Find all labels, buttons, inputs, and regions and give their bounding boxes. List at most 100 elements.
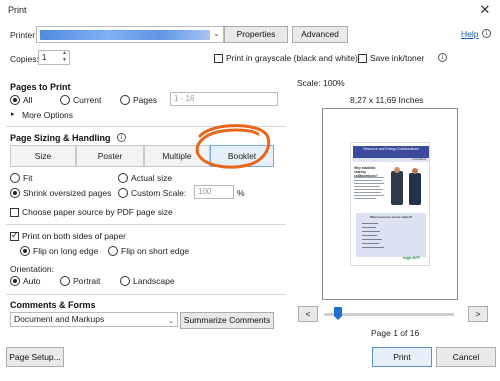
actual-size-radio[interactable]	[118, 173, 128, 183]
save-ink-label: Save ink/toner	[370, 53, 425, 63]
copies-value: 1	[42, 53, 47, 62]
save-ink-checkbox[interactable]	[358, 54, 367, 63]
copies-label: Copies:	[10, 54, 39, 64]
shrink-radio[interactable]	[10, 188, 20, 198]
doc-person-head	[394, 167, 400, 173]
doc-text-line	[354, 198, 376, 200]
all-radio[interactable]	[10, 95, 20, 105]
expand-arrow-icon[interactable]: ▸	[11, 110, 15, 118]
cancel-button[interactable]: Cancel	[436, 347, 496, 367]
page-slider-thumb[interactable]	[334, 307, 342, 320]
print-both-sides-checkbox[interactable]	[10, 230, 19, 241]
doc-person-head	[412, 168, 418, 174]
doc-text-line	[354, 177, 384, 179]
landscape-label: Landscape	[133, 276, 175, 286]
more-options-link[interactable]: More Options	[22, 110, 73, 120]
tab-poster[interactable]: Poster	[76, 145, 144, 167]
fit-radio[interactable]	[10, 173, 20, 183]
printer-select[interactable]: ⌄	[36, 26, 224, 43]
chevron-down-icon: ⌄	[168, 318, 174, 325]
printer-name-redacted	[40, 30, 210, 40]
portrait-radio[interactable]	[60, 276, 70, 286]
doc-text-line	[354, 180, 382, 182]
doc-title-band: Resource and Energy Collaborations	[353, 146, 429, 158]
document-thumbnail: Resource and Energy Collaborations a Han…	[350, 142, 430, 266]
current-label: Current	[73, 95, 102, 105]
window-title: Print	[8, 5, 27, 15]
doc-person-illustration	[409, 173, 421, 205]
custom-scale-radio[interactable]	[118, 188, 128, 198]
doc-list-line	[362, 247, 384, 249]
doc-person-illustration	[391, 171, 403, 205]
print-button[interactable]: Print	[372, 347, 432, 367]
doc-box-title: What resources can be shared?	[369, 215, 413, 219]
page-sizing-title: Page Sizing & Handling	[10, 133, 111, 143]
comments-forms-value: Document and Markups	[14, 314, 105, 324]
page-sizing-info-icon[interactable]: i	[117, 133, 126, 142]
tab-size[interactable]: Size	[10, 145, 76, 167]
copies-input[interactable]: 1 ▲ ▼	[38, 50, 70, 65]
help-info-icon[interactable]: i	[482, 29, 491, 38]
current-radio[interactable]	[60, 95, 70, 105]
flip-short-label: Flip on short edge	[121, 246, 190, 256]
scale-label: Scale: 100%	[297, 78, 345, 88]
doc-list-line	[362, 223, 378, 225]
custom-scale-label: Custom Scale:	[131, 188, 187, 198]
chevron-down-icon: ⌄	[213, 29, 220, 38]
doc-text-line	[354, 186, 380, 188]
flip-long-radio[interactable]	[20, 246, 30, 256]
doc-list-line	[362, 243, 379, 245]
doc-logo: high EFF	[403, 255, 421, 260]
doc-text-line	[354, 183, 384, 185]
page-setup-button[interactable]: Page Setup...	[6, 347, 64, 367]
custom-scale-input[interactable]: 100	[194, 185, 234, 199]
page-indicator: Page 1 of 16	[371, 328, 420, 338]
auto-label: Auto	[23, 276, 41, 286]
doc-text-line	[354, 192, 381, 194]
properties-button[interactable]: Properties	[224, 26, 288, 43]
choose-source-checkbox[interactable]	[10, 208, 19, 217]
title-bar: Print ✕	[0, 0, 500, 22]
percent-label: %	[237, 188, 245, 198]
flip-long-label: Flip on long edge	[33, 246, 99, 256]
all-label: All	[23, 95, 33, 105]
copies-stepper[interactable]: ▲ ▼	[62, 50, 67, 64]
orientation-label: Orientation:	[10, 264, 54, 274]
summarize-comments-button[interactable]: Summarize Comments	[180, 312, 274, 329]
printer-label: Printer:	[10, 30, 38, 40]
advanced-button[interactable]: Advanced	[292, 26, 348, 43]
grayscale-label: Print in grayscale (black and white)	[226, 53, 358, 63]
save-ink-info-icon[interactable]: i	[438, 53, 447, 62]
pages-label: Pages	[133, 95, 158, 105]
pages-to-print-title: Pages to Print	[10, 82, 71, 92]
doc-list-line	[362, 227, 376, 229]
doc-list-line	[362, 239, 382, 241]
flip-short-radio[interactable]	[108, 246, 118, 256]
portrait-label: Portrait	[73, 276, 101, 286]
pages-radio[interactable]	[120, 95, 130, 105]
doc-list-line	[362, 235, 377, 237]
page-slider-track[interactable]	[324, 313, 454, 316]
doc-text-line	[354, 195, 384, 197]
comments-forms-select[interactable]: Document and Markups ⌄	[10, 312, 178, 327]
close-icon[interactable]: ✕	[476, 1, 494, 19]
grayscale-checkbox[interactable]	[214, 54, 223, 63]
pages-range-input[interactable]: 1 - 16	[170, 92, 278, 106]
next-page-button[interactable]: >	[468, 306, 488, 322]
help-link[interactable]: Help	[461, 29, 478, 39]
doc-title: Resource and Energy Collaborations	[363, 147, 419, 151]
annotation-circle	[195, 124, 271, 169]
print-both-sides-label: Print on both sides of paper	[22, 231, 126, 241]
doc-text-line	[354, 189, 383, 191]
auto-radio[interactable]	[10, 276, 20, 286]
shrink-label: Shrink oversized pages	[23, 188, 112, 198]
comments-forms-title: Comments & Forms	[10, 300, 96, 310]
divider	[6, 294, 286, 295]
choose-source-label: Choose paper source by PDF page size	[22, 207, 173, 217]
fit-label: Fit	[23, 173, 33, 183]
landscape-radio[interactable]	[120, 276, 130, 286]
actual-size-label: Actual size	[131, 173, 173, 183]
previous-page-button[interactable]: <	[298, 306, 318, 322]
doc-resource-box: What resources can be shared?	[356, 213, 426, 257]
doc-list-line	[362, 231, 380, 233]
